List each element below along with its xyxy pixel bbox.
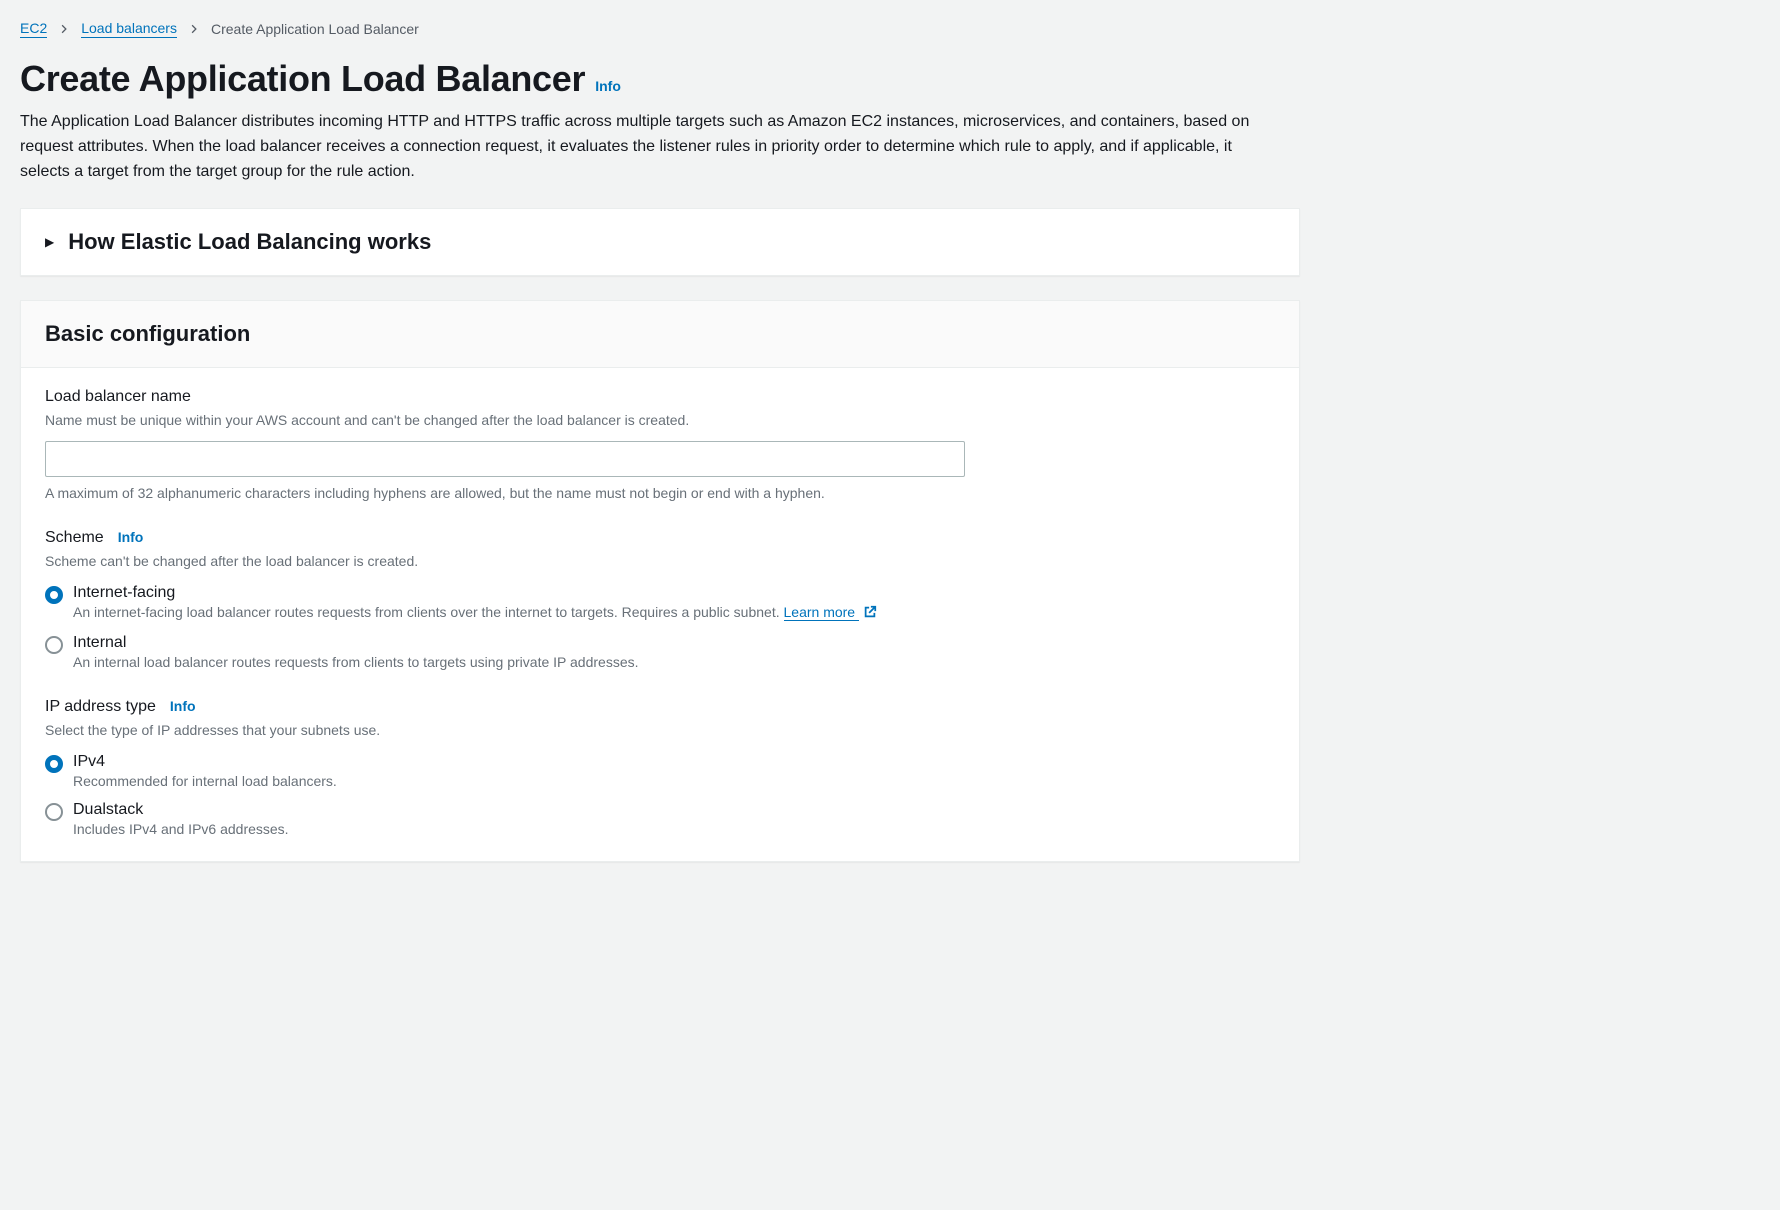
lb-name-constraint: A maximum of 32 alphanumeric characters … <box>45 485 1275 501</box>
radio-desc: An internet-facing load balancer routes … <box>73 604 877 622</box>
ip-type-hint: Select the type of IP addresses that you… <box>45 720 1275 741</box>
breadcrumb-link-load-balancers[interactable]: Load balancers <box>81 20 177 38</box>
radio-ip-type-ipv4[interactable]: IPv4 Recommended for internal load balan… <box>45 753 1275 789</box>
radio-label: Internet-facing <box>73 584 877 602</box>
external-link-icon <box>863 605 877 622</box>
expandable-title: How Elastic Load Balancing works <box>68 229 431 255</box>
radio-label: Dualstack <box>73 801 289 819</box>
breadcrumb: EC2 Load balancers Create Application Lo… <box>20 20 1760 38</box>
field-load-balancer-name: Load balancer name Name must be unique w… <box>45 388 1275 501</box>
radio-indicator-icon <box>45 636 63 654</box>
info-link-ip-type[interactable]: Info <box>170 698 196 714</box>
panel-title: Basic configuration <box>45 321 1275 347</box>
scheme-label: Scheme <box>45 529 104 547</box>
radio-scheme-internal[interactable]: Internal An internal load balancer route… <box>45 634 1275 670</box>
chevron-right-icon <box>59 21 69 37</box>
chevron-right-icon <box>189 21 199 37</box>
field-scheme: Scheme Info Scheme can't be changed afte… <box>45 529 1275 670</box>
radio-desc: An internal load balancer routes request… <box>73 654 639 670</box>
breadcrumb-link-ec2[interactable]: EC2 <box>20 20 47 38</box>
radio-ip-type-dualstack[interactable]: Dualstack Includes IPv4 and IPv6 address… <box>45 801 1275 837</box>
caret-right-icon: ▶ <box>45 235 54 249</box>
radio-indicator-checked-icon <box>45 755 63 773</box>
field-ip-address-type: IP address type Info Select the type of … <box>45 698 1275 837</box>
radio-desc: Includes IPv4 and IPv6 addresses. <box>73 821 289 837</box>
expandable-panel-how-elb-works: ▶ How Elastic Load Balancing works <box>20 208 1300 276</box>
lb-name-input[interactable] <box>45 441 965 477</box>
lb-name-hint: Name must be unique within your AWS acco… <box>45 410 1275 431</box>
lb-name-label: Load balancer name <box>45 388 1275 406</box>
radio-label: Internal <box>73 634 639 652</box>
learn-more-link[interactable]: Learn more <box>784 604 859 621</box>
info-link-header[interactable]: Info <box>595 78 621 94</box>
radio-indicator-checked-icon <box>45 586 63 604</box>
radio-label: IPv4 <box>73 753 337 771</box>
expandable-toggle[interactable]: ▶ How Elastic Load Balancing works <box>21 209 1299 275</box>
panel-basic-configuration: Basic configuration Load balancer name N… <box>20 300 1300 862</box>
panel-header: Basic configuration <box>21 301 1299 368</box>
page-title: Create Application Load Balancer <box>20 58 585 100</box>
radio-desc: Recommended for internal load balancers. <box>73 773 337 789</box>
info-link-scheme[interactable]: Info <box>118 529 144 545</box>
ip-type-label: IP address type <box>45 698 156 716</box>
breadcrumb-current: Create Application Load Balancer <box>211 21 419 37</box>
radio-scheme-internet-facing[interactable]: Internet-facing An internet-facing load … <box>45 584 1275 622</box>
scheme-hint: Scheme can't be changed after the load b… <box>45 551 1275 572</box>
page-description: The Application Load Balancer distribute… <box>20 110 1280 184</box>
radio-indicator-icon <box>45 803 63 821</box>
